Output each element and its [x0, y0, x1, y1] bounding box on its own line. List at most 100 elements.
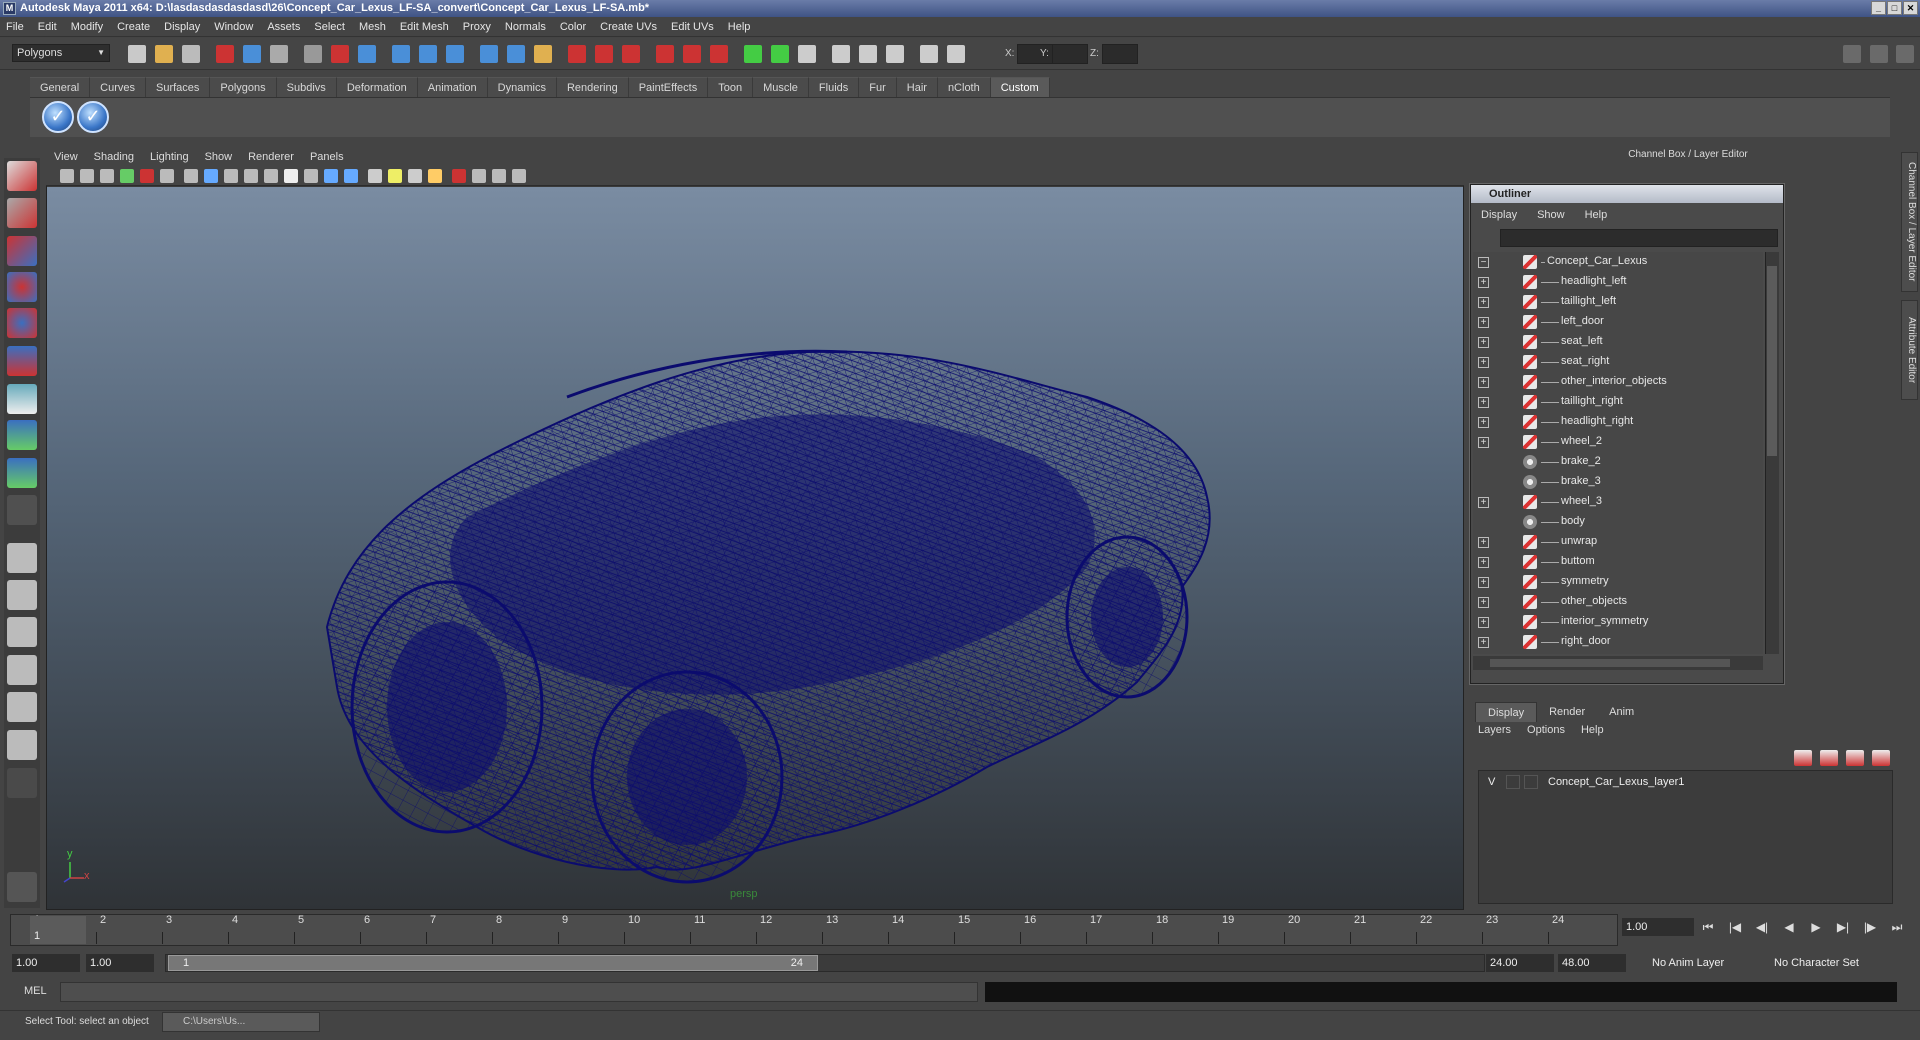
z-field[interactable]: Z:: [1090, 44, 1138, 64]
outliner-item[interactable]: + right_door: [1473, 632, 1763, 652]
viewport-menu-view[interactable]: View: [54, 151, 78, 163]
render-settings-icon[interactable]: [683, 45, 701, 63]
shelf-tab-custom[interactable]: Custom: [990, 77, 1050, 97]
safe-title-icon[interactable]: [284, 169, 298, 183]
shelf-tab-muscle[interactable]: Muscle: [753, 77, 809, 97]
menu-help[interactable]: Help: [728, 21, 751, 33]
four-pane-layout-icon[interactable]: [7, 580, 37, 610]
output-icon[interactable]: [595, 45, 613, 63]
outliner-scroll-thumb[interactable]: [1767, 266, 1777, 456]
snap-surface-icon[interactable]: [419, 45, 437, 63]
graph-editor-layout-icon[interactable]: [7, 655, 37, 685]
layer-menu-help[interactable]: Help: [1581, 724, 1604, 736]
shelf-tab-subdivs[interactable]: Subdivs: [276, 77, 337, 97]
question-icon[interactable]: [507, 45, 525, 63]
minimize-button[interactable]: _: [1871, 1, 1886, 15]
smooth-shade-icon[interactable]: [324, 169, 338, 183]
menu-create-uvs[interactable]: Create UVs: [600, 21, 657, 33]
playback-end-field[interactable]: 24.00: [1486, 954, 1554, 972]
menu-select[interactable]: Select: [314, 21, 345, 33]
viewport-menu-renderer[interactable]: Renderer: [248, 151, 294, 163]
step-forward-key-icon[interactable]: |▶: [1860, 920, 1880, 936]
outliner-menu-display[interactable]: Display: [1481, 209, 1517, 221]
menu-modify[interactable]: Modify: [71, 21, 103, 33]
history-icon[interactable]: [446, 45, 464, 63]
menu-normals[interactable]: Normals: [505, 21, 546, 33]
expand-icon[interactable]: +: [1478, 297, 1489, 308]
outliner-item[interactable]: + wheel_2: [1473, 432, 1763, 452]
camera-icon[interactable]: [798, 45, 816, 63]
hardware-texture-icon[interactable]: [428, 169, 442, 183]
play-forward-icon[interactable]: ▶: [1806, 920, 1826, 936]
layer-playback-toggle[interactable]: [1506, 775, 1520, 789]
outliner-item[interactable]: brake_3: [1473, 472, 1763, 492]
wireframe-icon[interactable]: [304, 169, 318, 183]
move-tool-icon[interactable]: [7, 272, 37, 302]
new-scene-icon[interactable]: [128, 45, 146, 63]
shelf-tab-animation[interactable]: Animation: [417, 77, 488, 97]
end-time-field[interactable]: 48.00: [1558, 954, 1626, 972]
close-button[interactable]: ✕: [1903, 1, 1918, 15]
layer-menu-options[interactable]: Options: [1527, 724, 1565, 736]
shelf-tab-polygons[interactable]: Polygons: [210, 77, 277, 97]
hide-icon[interactable]: [771, 45, 789, 63]
manipulator-tool-icon[interactable]: [7, 384, 37, 414]
go-to-end-icon[interactable]: ⏭: [1887, 920, 1907, 936]
select-component-icon[interactable]: [270, 45, 288, 63]
isolate-select-icon[interactable]: [452, 169, 466, 183]
light-icon[interactable]: [859, 45, 877, 63]
custom-layout-icon[interactable]: [7, 730, 37, 760]
gate-mask-icon[interactable]: [224, 169, 238, 183]
outliner-item[interactable]: + buttom: [1473, 552, 1763, 572]
collapse-icon[interactable]: −: [1478, 257, 1489, 268]
mel-label[interactable]: MEL: [24, 985, 47, 997]
menu-file[interactable]: File: [6, 21, 24, 33]
expand-icon[interactable]: +: [1478, 597, 1489, 608]
ipr-icon[interactable]: [656, 45, 674, 63]
outliner-item[interactable]: + taillight_left: [1473, 292, 1763, 312]
all-lights-icon[interactable]: [368, 169, 382, 183]
current-frame-marker[interactable]: 1: [30, 916, 86, 944]
menu-proxy[interactable]: Proxy: [463, 21, 491, 33]
layer-visibility-toggle[interactable]: V: [1488, 776, 1495, 788]
shelf-tab-deformation[interactable]: Deformation: [336, 77, 418, 97]
shadows-icon[interactable]: [388, 169, 402, 183]
menu-window[interactable]: Window: [214, 21, 253, 33]
start-time-field[interactable]: 1.00: [12, 954, 80, 972]
viewport-canvas[interactable]: [47, 187, 1463, 909]
expand-icon[interactable]: +: [1478, 577, 1489, 588]
new-layer-icon[interactable]: [1794, 750, 1812, 766]
expand-icon[interactable]: +: [1478, 317, 1489, 328]
soft-mod-tool-icon[interactable]: [7, 420, 37, 450]
layer-tab-anim[interactable]: Anim: [1597, 702, 1646, 722]
xray-joints-icon[interactable]: [492, 169, 506, 183]
maximize-button[interactable]: □: [1887, 1, 1902, 15]
select-tool-icon[interactable]: [7, 161, 37, 191]
input-icon[interactable]: [568, 45, 586, 63]
layer-color-swatch[interactable]: [1524, 775, 1538, 789]
new-layer-selected-icon[interactable]: [1820, 750, 1838, 766]
shelf-tab-surfaces[interactable]: Surfaces: [145, 77, 211, 97]
camera-attr-icon[interactable]: [80, 169, 94, 183]
hypershade-layout-icon[interactable]: [7, 692, 37, 722]
lasso-tool-icon[interactable]: [7, 198, 37, 228]
menu-color[interactable]: Color: [560, 21, 586, 33]
shelf-tab-hair[interactable]: Hair: [896, 77, 938, 97]
film-gate-icon[interactable]: [184, 169, 198, 183]
layer-options-icon[interactable]: [1872, 750, 1890, 766]
viewport-menu-show[interactable]: Show: [205, 151, 233, 163]
go-to-start-icon[interactable]: ⏮: [1698, 920, 1718, 936]
outliner-item[interactable]: + headlight_left: [1473, 272, 1763, 292]
outliner-item[interactable]: + unwrap: [1473, 532, 1763, 552]
render-icon[interactable]: [622, 45, 640, 63]
y-field[interactable]: Y:: [1040, 44, 1088, 64]
shelf-tab-general[interactable]: General: [30, 77, 91, 97]
outliner-item[interactable]: + taillight_right: [1473, 392, 1763, 412]
select-object-icon[interactable]: [243, 45, 261, 63]
layout-menu-icon[interactable]: [7, 768, 37, 798]
viewport-menu-panels[interactable]: Panels: [310, 151, 344, 163]
expand-icon[interactable]: +: [1478, 617, 1489, 628]
snap-plane-icon[interactable]: [392, 45, 410, 63]
paint-select-tool-icon[interactable]: [7, 236, 37, 266]
expand-icon[interactable]: +: [1478, 537, 1489, 548]
